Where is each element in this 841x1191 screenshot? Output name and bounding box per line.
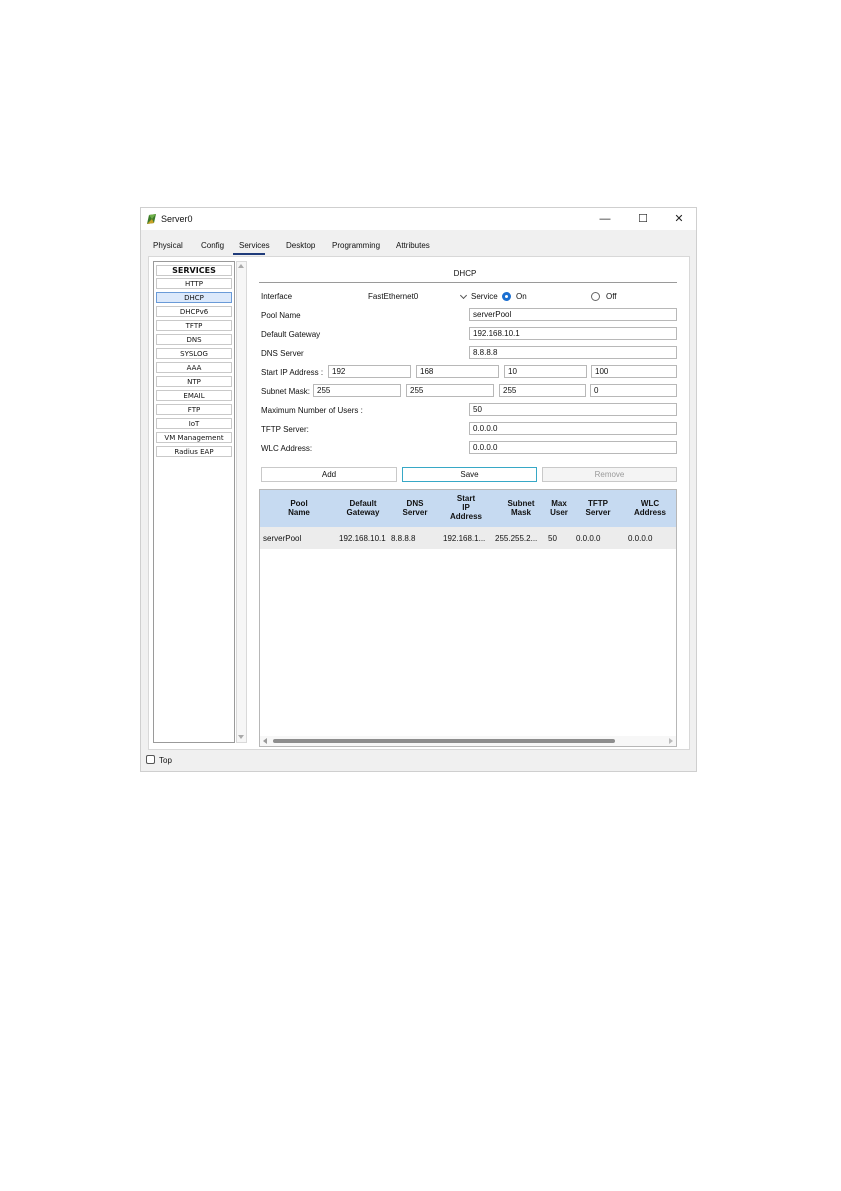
service-label: Service (471, 292, 498, 301)
maximize-button[interactable]: ☐ (629, 211, 657, 227)
subnet-mask-label: Subnet Mask: (261, 387, 310, 396)
tab-services[interactable]: Services (239, 241, 270, 250)
col-subnet-mask[interactable]: Subnet Mask (496, 499, 546, 517)
top-checkbox[interactable] (146, 755, 155, 764)
tab-attributes[interactable]: Attributes (396, 241, 430, 250)
service-item-iot[interactable]: IoT (156, 418, 232, 429)
cell-wlc-address: 0.0.0.0 (628, 534, 653, 543)
default-gateway-label: Default Gateway (261, 330, 321, 339)
col-wlc-address[interactable]: WLC Address (626, 499, 674, 517)
interface-value: FastEthernet0 (368, 292, 419, 301)
title-bar: Server0 — ☐ ✕ (141, 208, 696, 230)
wlc-address-input[interactable]: 0.0.0.0 (469, 441, 677, 454)
subnet-mask-octet-1[interactable]: 255 (313, 384, 401, 397)
section-divider (259, 282, 677, 283)
subnet-mask-octet-3[interactable]: 255 (499, 384, 586, 397)
save-button[interactable]: Save (402, 467, 537, 482)
server-window: Server0 — ☐ ✕ Physical Config Services D… (140, 207, 697, 772)
subnet-mask-octet-2[interactable]: 255 (406, 384, 494, 397)
start-ip-label: Start IP Address : (261, 368, 324, 377)
service-item-syslog[interactable]: SYSLOG (156, 348, 232, 359)
table-row[interactable]: serverPool 192.168.10.1 8.8.8.8 192.168.… (260, 527, 676, 549)
col-default-gateway[interactable]: Default Gateway (334, 499, 392, 517)
service-on-label: On (516, 292, 527, 301)
scroll-left-icon[interactable] (263, 738, 267, 744)
services-scrollbar[interactable] (236, 261, 247, 743)
scroll-thumb[interactable] (273, 739, 615, 743)
dns-server-label: DNS Server (261, 349, 304, 358)
minimize-button[interactable]: — (591, 211, 619, 227)
cell-tftp-server: 0.0.0.0 (576, 534, 601, 543)
dns-server-input[interactable]: 8.8.8.8 (469, 346, 677, 359)
tab-config[interactable]: Config (201, 241, 224, 250)
service-item-aaa[interactable]: AAA (156, 362, 232, 373)
pool-table: Pool Name Default Gateway DNS Server Sta… (259, 489, 677, 747)
interface-label: Interface (261, 292, 293, 301)
chevron-down-icon (459, 291, 468, 300)
server-app-icon (147, 214, 156, 224)
service-item-radius-eap[interactable]: Radius EAP (156, 446, 232, 457)
close-button[interactable]: ✕ (665, 211, 693, 227)
service-item-dhcp[interactable]: DHCP (156, 292, 232, 303)
service-item-ftp[interactable]: FTP (156, 404, 232, 415)
scroll-down-icon[interactable] (238, 735, 244, 739)
service-off-radio[interactable] (591, 292, 600, 301)
section-title: DHCP (453, 269, 477, 278)
cell-dns-server: 8.8.8.8 (391, 534, 416, 543)
service-item-http[interactable]: HTTP (156, 278, 232, 289)
start-ip-octet-2[interactable]: 168 (416, 365, 499, 378)
remove-button[interactable]: Remove (542, 467, 677, 482)
pool-name-input[interactable]: serverPool (469, 308, 677, 321)
pool-name-label: Pool Name (261, 311, 301, 320)
tab-desktop[interactable]: Desktop (286, 241, 315, 250)
col-dns-server[interactable]: DNS Server (396, 499, 434, 517)
service-item-tftp[interactable]: TFTP (156, 320, 232, 331)
table-header: Pool Name Default Gateway DNS Server Sta… (260, 490, 676, 527)
service-off-label: Off (606, 292, 617, 301)
col-max-user[interactable]: Max User (544, 499, 574, 517)
service-item-dhcpv6[interactable]: DHCPv6 (156, 306, 232, 317)
col-start-ip-address[interactable]: Start IP Address (444, 494, 488, 521)
add-button[interactable]: Add (261, 467, 397, 482)
start-ip-octet-1[interactable]: 192 (328, 365, 411, 378)
scroll-right-icon[interactable] (669, 738, 673, 744)
cell-start-ip: 192.168.1... (443, 534, 486, 543)
subnet-mask-octet-4[interactable]: 0 (590, 384, 677, 397)
active-tab-indicator (233, 253, 265, 255)
cell-subnet-mask: 255.255.2... (495, 534, 538, 543)
col-tftp-server[interactable]: TFTP Server (576, 499, 620, 517)
tab-physical[interactable]: Physical (153, 241, 183, 250)
top-label: Top (159, 756, 172, 765)
dhcp-panel: DHCP Interface FastEthernet0 Service On … (253, 260, 685, 748)
start-ip-octet-4[interactable]: 100 (591, 365, 677, 378)
interface-select[interactable]: FastEthernet0 (368, 290, 468, 303)
services-header: SERVICES (156, 265, 232, 276)
service-item-vm-management[interactable]: VM Management (156, 432, 232, 443)
tftp-server-label: TFTP Server: (261, 425, 309, 434)
service-item-dns[interactable]: DNS (156, 334, 232, 345)
max-users-label: Maximum Number of Users : (261, 406, 363, 415)
services-list: SERVICES HTTP DHCP DHCPv6 TFTP DNS SYSLO… (153, 261, 235, 743)
cell-max-user: 50 (548, 534, 557, 543)
default-gateway-input[interactable]: 192.168.10.1 (469, 327, 677, 340)
wlc-address-label: WLC Address: (261, 444, 313, 453)
service-item-ntp[interactable]: NTP (156, 376, 232, 387)
start-ip-octet-3[interactable]: 10 (504, 365, 587, 378)
service-item-email[interactable]: EMAIL (156, 390, 232, 401)
max-users-input[interactable]: 50 (469, 403, 677, 416)
cell-default-gateway: 192.168.10.1 (339, 534, 386, 543)
scroll-up-icon[interactable] (238, 264, 244, 268)
tab-programming[interactable]: Programming (332, 241, 380, 250)
cell-pool-name: serverPool (263, 534, 302, 543)
col-pool-name[interactable]: Pool Name (274, 499, 324, 517)
table-horizontal-scrollbar[interactable] (260, 736, 676, 746)
service-on-radio[interactable] (502, 292, 511, 301)
window-title: Server0 (161, 214, 193, 224)
tftp-server-input[interactable]: 0.0.0.0 (469, 422, 677, 435)
